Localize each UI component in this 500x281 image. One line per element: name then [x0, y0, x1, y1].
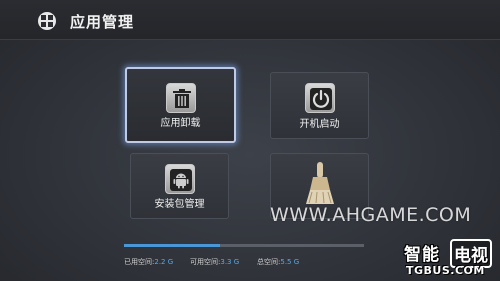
used-space-label: 已用空间: [124, 258, 155, 266]
trash-icon [165, 83, 196, 113]
watermark: WWW.AHGAME.COM [270, 204, 472, 226]
app-manager-screen: 应用管理 应用卸载 开机启动 安装包管理 WWW.AHGAME.COM 已用空间… [0, 0, 500, 281]
startup-tile[interactable]: 开机启动 [270, 72, 369, 139]
used-space: 已用空间:2.2 G [124, 257, 173, 267]
power-icon [304, 83, 335, 113]
uninstall-tile[interactable]: 应用卸载 [125, 67, 236, 143]
site-logo: 智能 电视 TGBUS.COM [404, 239, 498, 278]
android-icon [164, 164, 195, 194]
startup-label: 开机启动 [299, 119, 340, 130]
free-space: 可用空间:3.3 G [190, 257, 239, 267]
storage-progress-fill [124, 244, 220, 247]
logo-cn-part1: 智能 [404, 245, 440, 265]
package-manager-label: 安装包管理 [154, 199, 205, 210]
package-manager-tile[interactable]: 安装包管理 [130, 153, 229, 219]
storage-progress-bar [124, 244, 364, 247]
app-grid-icon [38, 12, 56, 30]
title-bar: 应用管理 [0, 0, 500, 40]
total-space: 总空间:5.5 G [257, 257, 299, 267]
used-space-value: 2.2 G [154, 258, 174, 266]
broom-icon [304, 162, 336, 208]
total-space-label: 总空间: [257, 258, 281, 266]
free-space-value: 3.3 G [220, 258, 240, 266]
page-title: 应用管理 [70, 13, 135, 31]
total-space-value: 5.5 G [280, 258, 300, 266]
free-space-label: 可用空间: [190, 258, 221, 266]
uninstall-label: 应用卸载 [160, 118, 201, 129]
logo-en: TGBUS.COM [406, 264, 485, 277]
